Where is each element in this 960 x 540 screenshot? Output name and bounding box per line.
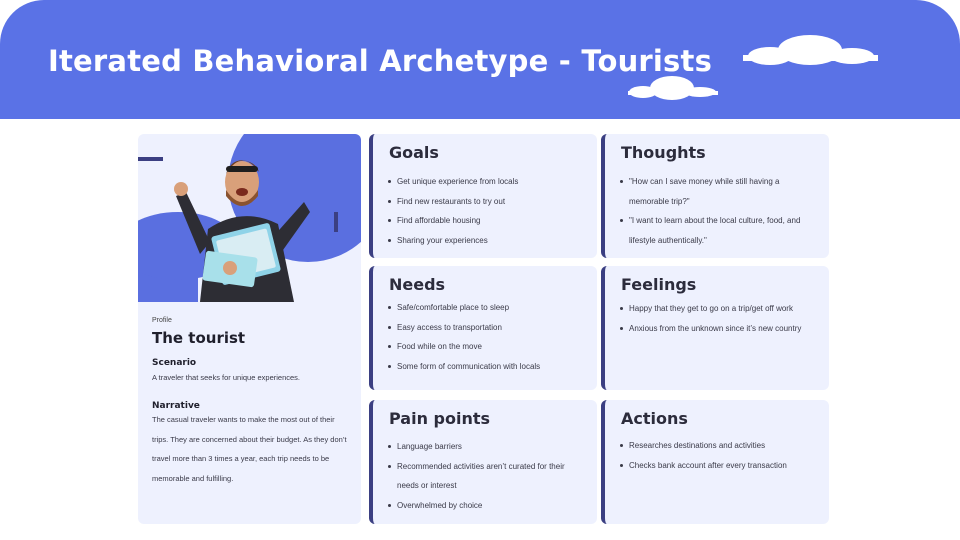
profile-label: Profile bbox=[152, 317, 172, 324]
list-item: "I want to learn about the local culture… bbox=[619, 211, 815, 250]
pain-points-heading: Pain points bbox=[389, 409, 491, 428]
list-item: Find affordable housing bbox=[387, 211, 583, 231]
feelings-heading: Feelings bbox=[621, 275, 697, 294]
needs-list: Safe/comfortable place to sleep Easy acc… bbox=[387, 298, 583, 376]
goals-list: Get unique experience from locals Find n… bbox=[387, 172, 583, 250]
list-item: Anxious from the unknown since it’s new … bbox=[619, 319, 815, 339]
list-item: Easy access to transportation bbox=[387, 318, 583, 338]
list-item: Get unique experience from locals bbox=[387, 172, 583, 192]
narrative-text: The casual traveler wants to make the mo… bbox=[152, 415, 347, 483]
feelings-card: Feelings Happy that they get to go on a … bbox=[601, 266, 829, 390]
list-item: Researches destinations and activities bbox=[619, 436, 815, 456]
actions-card: Actions Researches destinations and acti… bbox=[601, 400, 829, 524]
list-item: Safe/comfortable place to sleep bbox=[387, 298, 583, 318]
list-item: Sharing your experiences bbox=[387, 231, 583, 251]
thoughts-card: Thoughts "How can I save money while sti… bbox=[601, 134, 829, 258]
header-banner: Iterated Behavioral Archetype - Tourists bbox=[0, 0, 960, 119]
list-item: "How can I save money while still having… bbox=[619, 172, 815, 211]
list-item: Some form of communication with locals bbox=[387, 357, 583, 377]
cloud-icon bbox=[628, 35, 878, 100]
tourist-photo bbox=[138, 134, 361, 302]
profile-name: The tourist bbox=[152, 329, 246, 347]
thoughts-heading: Thoughts bbox=[621, 143, 706, 162]
goals-heading: Goals bbox=[389, 143, 439, 162]
actions-list: Researches destinations and activities C… bbox=[619, 436, 815, 475]
feelings-list: Happy that they get to go on a trip/get … bbox=[619, 299, 815, 338]
list-item: Food while on the move bbox=[387, 337, 583, 357]
goals-card: Goals Get unique experience from locals … bbox=[369, 134, 597, 258]
list-item: Language barriers bbox=[387, 437, 583, 457]
scenario-text: A traveler that seeks for unique experie… bbox=[152, 373, 301, 382]
list-item: Checks bank account after every transact… bbox=[619, 456, 815, 476]
list-item: Happy that they get to go on a trip/get … bbox=[619, 299, 815, 319]
list-item: Overwhelmed by choice bbox=[387, 496, 583, 516]
needs-heading: Needs bbox=[389, 275, 446, 294]
needs-card: Needs Safe/comfortable place to sleep Ea… bbox=[369, 266, 597, 390]
list-item: Find new restaurants to try out bbox=[387, 192, 583, 212]
profile-card: Profile The tourist Scenario A traveler … bbox=[138, 134, 361, 524]
thoughts-list: "How can I save money while still having… bbox=[619, 172, 815, 250]
pain-points-list: Language barriers Recommended activities… bbox=[387, 437, 583, 515]
scenario-heading: Scenario bbox=[152, 358, 197, 368]
actions-heading: Actions bbox=[621, 409, 688, 428]
list-item: Recommended activities aren’t curated fo… bbox=[387, 457, 583, 496]
pain-points-card: Pain points Language barriers Recommende… bbox=[369, 400, 597, 524]
